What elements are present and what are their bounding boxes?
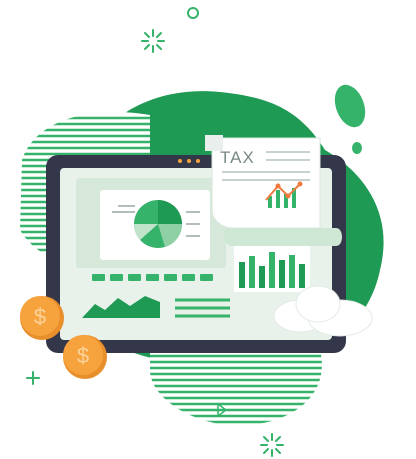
sparkle-icon	[141, 29, 165, 53]
small-circle-icon	[187, 7, 199, 19]
blob-drop-small	[352, 142, 362, 154]
camera-dot	[196, 159, 200, 163]
tax-document-title: TAX	[220, 148, 255, 167]
coin-icon: $	[63, 335, 107, 379]
blob-drop-large	[334, 84, 366, 128]
pie-chart-icon	[133, 200, 183, 248]
status-blocks	[92, 274, 213, 281]
camera-dot	[187, 159, 191, 163]
bar-chart-icon	[234, 246, 310, 292]
coin-icon: $	[20, 296, 64, 340]
sparkle-icon	[260, 433, 284, 457]
camera-dot	[178, 159, 182, 163]
svg-text:$: $	[77, 343, 89, 368]
svg-text:$: $	[34, 304, 46, 329]
plus-icon	[26, 371, 40, 385]
illustration-canvas: $ $	[20, 7, 384, 457]
tax-illustration: $ $ TAX	[0, 0, 416, 459]
